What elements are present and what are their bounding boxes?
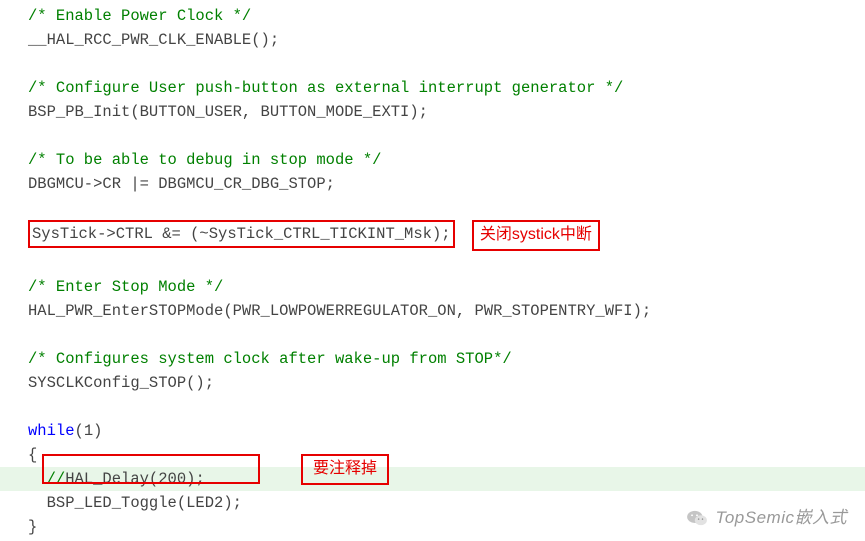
blank-line [0,251,865,275]
code-line: while(1) [0,419,865,443]
statement: SYSCLKConfig_STOP(); [28,374,214,392]
literal-one: 1 [84,422,93,440]
statement: BSP_PB_Init(BUTTON_USER, BUTTON_MODE_EXT… [28,103,428,121]
statement: SysTick->CTRL &= (~SysTick_CTRL_TICKINT_… [32,225,451,243]
code-line: SysTick->CTRL &= (~SysTick_CTRL_TICKINT_… [0,220,865,251]
comment-slashes: // [47,470,66,488]
blank-line [0,124,865,148]
code-line: __HAL_RCC_PWR_CLK_ENABLE(); [0,28,865,52]
code-line: SYSCLKConfig_STOP(); [0,371,865,395]
code-line: /* Enter Stop Mode */ [0,275,865,299]
statement: __HAL_RCC_PWR_CLK_ENABLE(); [28,31,279,49]
comment: /* Configure User push-button as externa… [28,79,623,97]
code-line: /* Configure User push-button as externa… [0,76,865,100]
blank-line [0,395,865,419]
blank-line [0,196,865,220]
blank-line [0,323,865,347]
comment: /* Enable Power Clock */ [28,7,251,25]
blank-line [0,52,865,76]
statement: HAL_Delay(200); [65,470,205,488]
statement: DBGMCU->CR |= DBGMCU_CR_DBG_STOP; [28,175,335,193]
code-line: HAL_PWR_EnterSTOPMode(PWR_LOWPOWERREGULA… [0,299,865,323]
statement: BSP_LED_Toggle(LED2); [47,494,242,512]
annotation-label-1: 关闭systick中断 [472,220,600,251]
code-line: BSP_PB_Init(BUTTON_USER, BUTTON_MODE_EXT… [0,100,865,124]
brace: { [28,446,37,464]
watermark: TopSemic嵌入式 [686,505,847,531]
comment: /* Configures system clock after wake-up… [28,350,512,368]
code-block: /* Enable Power Clock */ __HAL_RCC_PWR_C… [0,0,865,539]
watermark-text: TopSemic嵌入式 [716,505,847,531]
code-line: /* Enable Power Clock */ [0,4,865,28]
paren: ) [93,422,102,440]
annotation-label-2: 要注释掉 [301,454,389,485]
paren: ( [75,422,84,440]
highlight-box-systick: SysTick->CTRL &= (~SysTick_CTRL_TICKINT_… [28,220,455,248]
brace: } [28,518,37,536]
code-line: DBGMCU->CR |= DBGMCU_CR_DBG_STOP; [0,172,865,196]
comment: /* To be able to debug in stop mode */ [28,151,381,169]
comment: /* Enter Stop Mode */ [28,278,223,296]
wechat-icon [686,507,708,529]
code-line: /* Configures system clock after wake-up… [0,347,865,371]
code-line: /* To be able to debug in stop mode */ [0,148,865,172]
code-line: { [0,443,865,467]
statement: HAL_PWR_EnterSTOPMode(PWR_LOWPOWERREGULA… [28,302,651,320]
keyword-while: while [28,422,75,440]
code-line-highlighted: //HAL_Delay(200); [0,467,865,491]
